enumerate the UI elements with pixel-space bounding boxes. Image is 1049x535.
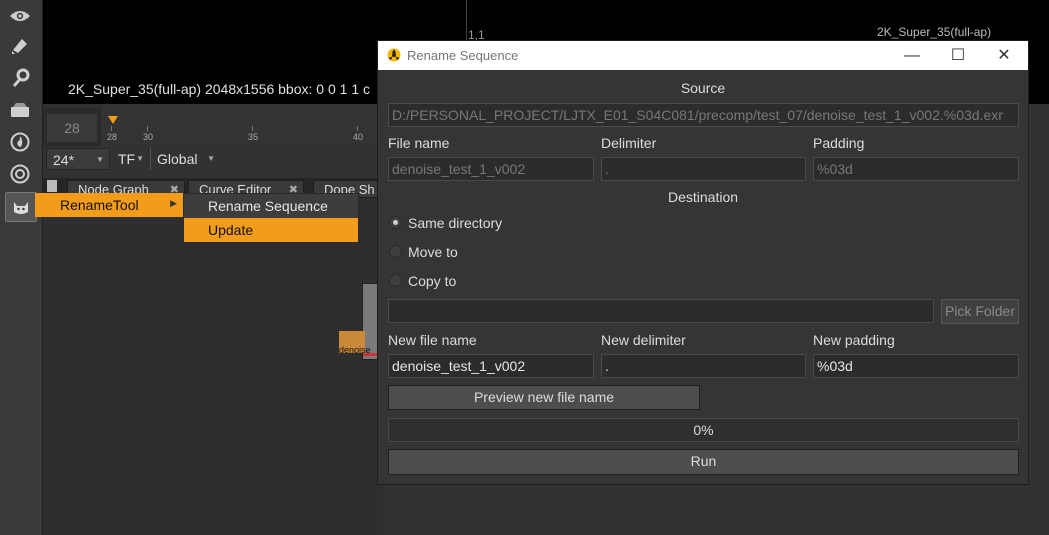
destination-heading: Destination (667, 189, 739, 205)
viewer-info-text: 2K_Super_35(full-ap) 2048x1556 bbox: 0 0… (68, 81, 370, 97)
chevron-down-icon: ▼ (96, 155, 104, 164)
progress-text: 0% (693, 422, 714, 438)
new-file-name-input[interactable]: denoise_test_1_v002 (388, 354, 594, 378)
menu-item-renametool[interactable]: RenameTool ▶ (35, 193, 183, 217)
chevron-down-icon: ▼ (207, 154, 215, 163)
progress-bar: 0% (388, 418, 1019, 442)
panel-menu-icon[interactable] (47, 180, 57, 192)
new-delimiter-input[interactable]: . (601, 354, 806, 378)
paint-brush-icon[interactable] (5, 32, 35, 60)
menu-item-label: RenameTool (60, 197, 139, 213)
timeline[interactable]: 28 28 30 35 40 (43, 108, 383, 146)
flame-icon[interactable] (5, 128, 35, 156)
node-indicator (363, 353, 377, 356)
new-padding-label: New padding (813, 332, 895, 348)
radio-label-same-directory[interactable]: Same directory (408, 215, 502, 231)
radio-label-copy-to[interactable]: Copy to (408, 273, 456, 289)
folder-path-input[interactable] (388, 299, 934, 323)
radio-move-to[interactable] (389, 245, 402, 258)
run-button[interactable]: Run (388, 449, 1019, 475)
dialog-title: Rename Sequence (407, 48, 519, 63)
scope-dropdown[interactable]: Global ▼ (150, 148, 220, 170)
read-node[interactable]: denoise (339, 283, 381, 360)
tick-label: 28 (107, 132, 118, 142)
scope-value: Global (157, 151, 198, 167)
drive-icon[interactable] (5, 96, 35, 124)
tick (111, 126, 112, 131)
new-file-name-label: New file name (388, 332, 477, 348)
eye-icon[interactable] (5, 2, 35, 30)
radio-copy-to[interactable] (389, 274, 402, 287)
minimize-button[interactable]: — (889, 43, 935, 69)
playhead-marker[interactable] (108, 116, 118, 124)
pick-folder-button[interactable]: Pick Folder (941, 299, 1019, 324)
current-frame-field[interactable]: 28 (47, 114, 97, 142)
nuke-app-icon (387, 48, 401, 62)
padding-label: Padding (813, 135, 865, 151)
new-padding-input[interactable]: %03d (813, 354, 1019, 378)
node-graph-area[interactable] (43, 198, 383, 535)
tf-dropdown[interactable]: TF ▼ (112, 148, 146, 170)
submenu-arrow-icon: ▶ (170, 198, 177, 208)
timeline-ruler[interactable]: 28 30 35 40 (101, 108, 383, 146)
left-toolbar (0, 0, 43, 535)
delimiter-label: Delimiter (601, 135, 657, 151)
rename-sequence-dialog: Rename Sequence — ☐ ✕ Source D:/PERSONAL… (377, 40, 1029, 485)
tf-value: TF (118, 151, 136, 167)
close-button[interactable]: ✕ (981, 43, 1027, 69)
fps-value: 24* (53, 152, 75, 168)
reel-icon[interactable] (5, 160, 35, 188)
menu-item-update[interactable]: Update (184, 218, 358, 242)
tick (147, 126, 148, 131)
chevron-down-icon: ▼ (136, 154, 144, 163)
tick (252, 126, 253, 131)
file-name-label: File name (388, 135, 450, 151)
delimiter-field: . (601, 157, 806, 181)
dialog-titlebar[interactable]: Rename Sequence — ☐ ✕ (378, 41, 1028, 70)
radio-label-move-to[interactable]: Move to (408, 244, 458, 260)
playback-controls: 24* ▼ TF ▼ Global ▼ (43, 148, 383, 170)
viewer-format-label: 2K_Super_35(full-ap) (877, 25, 992, 39)
tick-label: 35 (248, 132, 259, 142)
cat-icon[interactable] (5, 192, 37, 222)
menu-item-rename-sequence[interactable]: Rename Sequence (184, 194, 358, 218)
source-path-field: D:/PERSONAL_PROJECT/LJTX_E01_S04C081/pre… (388, 103, 1019, 127)
tick (357, 126, 358, 131)
padding-field: %03d (813, 157, 1019, 181)
source-heading: Source (680, 80, 726, 96)
wrench-icon[interactable] (5, 64, 35, 92)
submenu: Rename Sequence Update (183, 193, 359, 243)
radio-same-directory[interactable] (389, 216, 402, 229)
tick-label: 30 (143, 132, 154, 142)
new-delimiter-label: New delimiter (601, 332, 686, 348)
fps-dropdown[interactable]: 24* ▼ (46, 148, 110, 170)
maximize-button[interactable]: ☐ (935, 43, 981, 69)
preview-new-file-name-button[interactable]: Preview new file name (388, 385, 700, 410)
file-name-field: denoise_test_1_v002 (388, 157, 594, 181)
tick-label: 40 (353, 132, 364, 142)
